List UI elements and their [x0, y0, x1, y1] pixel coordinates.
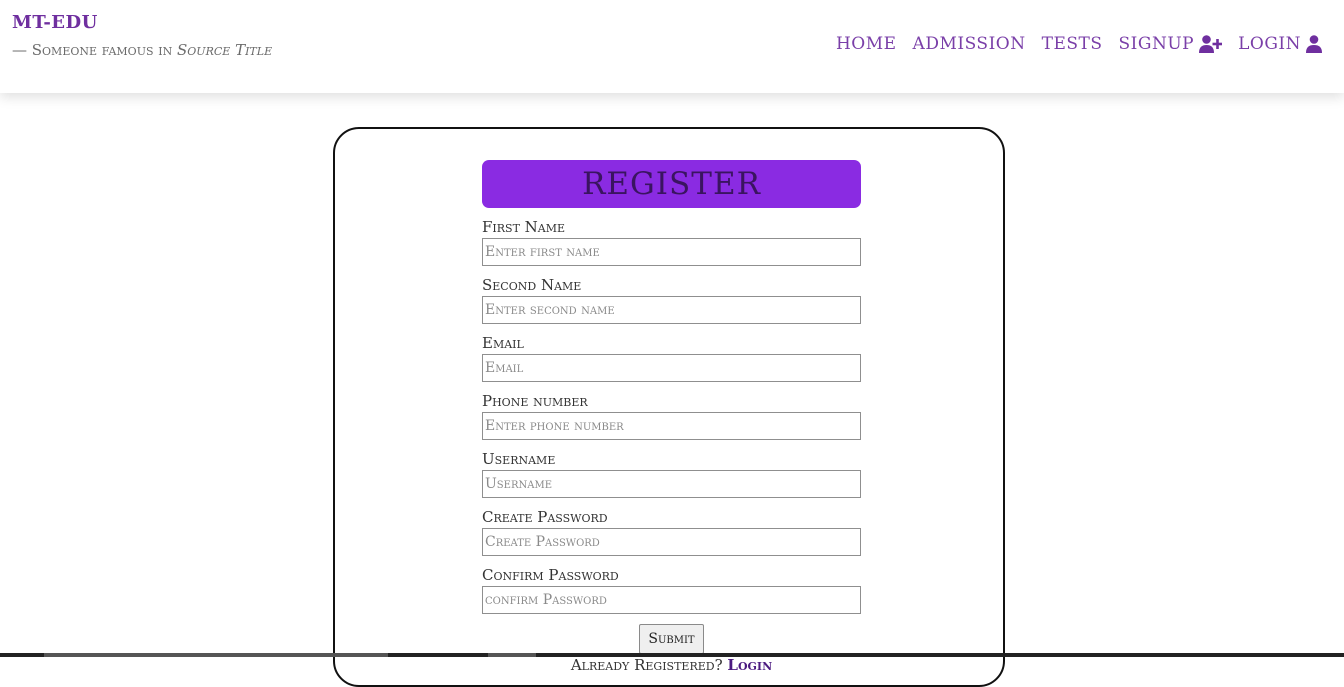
nav-admission[interactable]: ADMISSION	[913, 34, 1026, 54]
tagline-prefix: — Someone famous in	[12, 41, 178, 59]
confirm-password-input[interactable]	[482, 586, 861, 614]
nav-admission-label: ADMISSION	[912, 34, 1026, 54]
login-link[interactable]: Login	[727, 656, 772, 674]
submit-button[interactable]: Submit	[639, 624, 704, 654]
email-label: Email	[482, 334, 524, 352]
already-registered-text: Already Registered?	[570, 656, 723, 674]
submit-wrap: Submit	[482, 624, 861, 654]
confirm-password-label: Confirm Password	[482, 566, 619, 584]
nav-signup[interactable]: SIGNUP	[1119, 34, 1223, 54]
second-name-label: Second Name	[482, 276, 582, 294]
phone-input[interactable]	[482, 412, 861, 440]
tagline-source: Source Title	[177, 41, 273, 59]
phone-label: Phone number	[482, 392, 588, 410]
nav-login-label: LOGIN	[1238, 34, 1301, 54]
tagline: — Someone famous in Source Title	[12, 41, 272, 59]
register-card: REGISTER First Name Second Name Email Ph…	[333, 127, 1005, 687]
nav-home[interactable]: HOME	[836, 34, 897, 54]
site-header: MT-EDU — Someone famous in Source Title …	[0, 0, 1344, 93]
create-password-label: Create Password	[482, 508, 608, 526]
bottom-strip-segment	[488, 653, 536, 657]
nav-tests[interactable]: TESTS	[1042, 34, 1103, 54]
bottom-strip	[0, 653, 1344, 657]
user-icon	[1306, 35, 1322, 53]
main-nav: HOME ADMISSION TESTS SIGNUP LOGIN	[836, 34, 1322, 54]
nav-home-label: HOME	[835, 34, 897, 54]
first-name-input[interactable]	[482, 238, 861, 266]
second-name-input[interactable]	[482, 296, 861, 324]
email-input[interactable]	[482, 354, 861, 382]
create-password-input[interactable]	[482, 528, 861, 556]
username-label: Username	[482, 450, 556, 468]
nav-tests-label: TESTS	[1041, 34, 1103, 54]
nav-signup-label: SIGNUP	[1118, 34, 1195, 54]
brand-logo[interactable]: MT-EDU	[12, 12, 98, 33]
register-title: REGISTER	[482, 160, 861, 208]
already-registered: Already Registered? Login	[482, 656, 861, 674]
bottom-strip-segment	[44, 653, 388, 657]
register-form: REGISTER First Name Second Name Email Ph…	[482, 160, 861, 674]
username-input[interactable]	[482, 470, 861, 498]
user-plus-icon	[1199, 35, 1223, 53]
first-name-label: First Name	[482, 218, 566, 236]
nav-login[interactable]: LOGIN	[1238, 34, 1322, 54]
